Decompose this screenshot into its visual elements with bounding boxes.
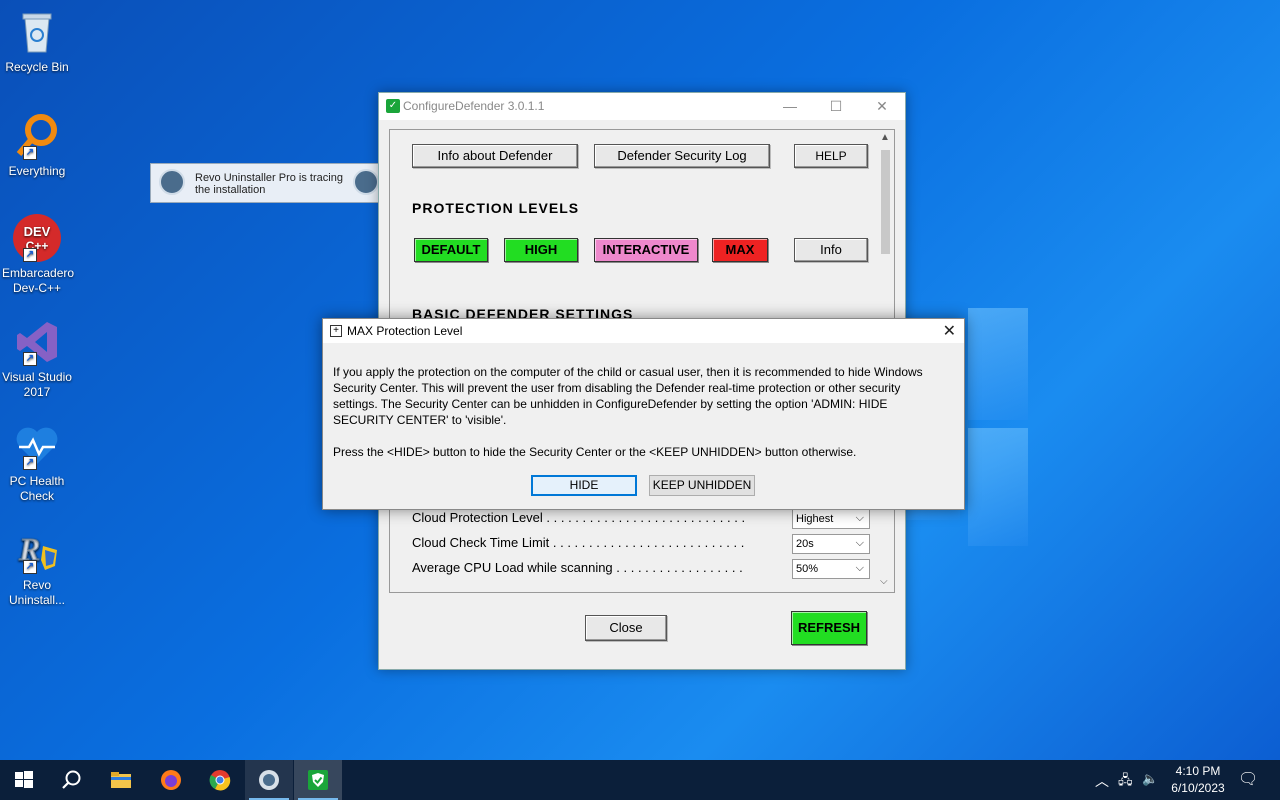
scroll-up-icon[interactable]: ▲ <box>880 132 890 143</box>
cloud-check-time-limit-dropdown[interactable]: 20s ⌵ <box>792 534 870 554</box>
visual-studio-icon: ↗ <box>13 318 61 366</box>
minimize-button[interactable]: — <box>767 93 813 120</box>
hide-button[interactable]: HIDE <box>531 475 637 496</box>
clock-time[interactable]: 4:10 PM <box>1168 764 1228 778</box>
shortcut-arrow-icon: ↗ <box>23 560 37 574</box>
recycle-bin-icon <box>13 8 61 56</box>
keep-unhidden-button[interactable]: KEEP UNHIDDEN <box>649 475 755 496</box>
windows-logo-pane <box>968 428 1028 546</box>
desktop-icon-label: Recycle Bin <box>5 60 69 74</box>
taskbar-chrome[interactable] <box>196 760 244 800</box>
desktop-icon-revo-uninstaller[interactable]: R ↗ Revo Uninstall... <box>2 526 72 608</box>
taskbar-file-explorer[interactable] <box>97 760 145 800</box>
revo-stop-icon[interactable] <box>353 169 379 195</box>
network-icon[interactable]: 🖧 <box>1118 771 1133 793</box>
shortcut-arrow-icon: ↗ <box>23 146 37 160</box>
defender-security-log-button[interactable]: Defender Security Log <box>594 144 770 168</box>
shortcut-arrow-icon: ↗ <box>23 456 37 470</box>
levels-info-button[interactable]: Info <box>794 238 868 262</box>
max-protection-dialog: + MAX Protection Level ✕ If you apply th… <box>322 318 965 510</box>
volume-muted-icon[interactable]: 🔈 <box>1142 771 1158 787</box>
dropdown-value: 50% <box>796 563 819 575</box>
desktop-icon-devcpp[interactable]: DEV C++ ↗ Embarcadero Dev-C++ <box>2 214 75 296</box>
average-cpu-load-label: Average CPU Load while scanning . . . . … <box>412 560 743 575</box>
info-about-defender-button[interactable]: Info about Defender <box>412 144 578 168</box>
revo-tracing-notification[interactable]: Revo Uninstaller Pro is tracing the inst… <box>150 163 386 203</box>
taskbar-firefox[interactable] <box>147 760 195 800</box>
shortcut-arrow-icon: ↗ <box>23 352 37 366</box>
firefox-icon <box>161 770 181 790</box>
svg-text:DEV: DEV <box>24 224 51 239</box>
dropdown-value: 20s <box>796 538 814 550</box>
dialog-app-icon: + <box>330 325 342 337</box>
desktop-icon-pc-health-check[interactable]: ↗ PC Health Check <box>2 422 72 504</box>
start-button[interactable] <box>0 760 48 800</box>
chevron-down-icon: ⌵ <box>855 562 864 574</box>
window-title: ConfigureDefender 3.0.1.1 <box>403 99 545 113</box>
refresh-button[interactable]: REFRESH <box>791 611 867 645</box>
protection-levels-heading: PROTECTION LEVELS <box>412 200 580 216</box>
defender-shield-icon <box>308 770 328 790</box>
desktop-icon-label: Everything <box>8 164 66 178</box>
desktop-icon-label: PC Health Check <box>9 474 65 503</box>
taskbar-revo[interactable] <box>245 760 293 800</box>
average-cpu-load-dropdown[interactable]: 50% ⌵ <box>792 559 870 579</box>
search-button[interactable] <box>48 760 96 800</box>
search-icon <box>62 770 81 789</box>
chevron-down-icon: ⌵ <box>855 537 864 549</box>
cloud-protection-level-label: Cloud Protection Level . . . . . . . . .… <box>412 510 746 525</box>
scroll-down-icon[interactable]: ⌵ <box>880 576 888 587</box>
everything-search-icon: ↗ <box>13 112 61 160</box>
chrome-icon <box>209 770 231 791</box>
desktop-icon-label: Visual Studio 2017 <box>2 370 72 399</box>
folder-icon <box>111 772 131 788</box>
interactive-level-button[interactable]: INTERACTIVE <box>594 238 698 262</box>
windows-start-icon <box>15 771 33 788</box>
window-titlebar[interactable]: ✓ ConfigureDefender 3.0.1.1 — ☐ ✕ <box>379 93 905 120</box>
dialog-titlebar[interactable]: + MAX Protection Level ✕ <box>323 319 964 343</box>
cloud-protection-level-dropdown[interactable]: Highest ⌵ <box>792 509 870 529</box>
dialog-close-icon[interactable]: ✕ <box>943 321 956 341</box>
maximize-button[interactable]: ☐ <box>813 93 859 120</box>
desktop-icon-label: Revo Uninstall... <box>8 578 66 607</box>
desktop-icon-everything[interactable]: ↗ Everything <box>2 112 72 179</box>
desktop-icon-visual-studio[interactable]: ↗ Visual Studio 2017 <box>2 318 72 400</box>
revo-logo-icon <box>159 169 185 195</box>
close-window-button[interactable]: ✕ <box>859 93 905 120</box>
revo-tracing-text: Revo Uninstaller Pro is tracing the inst… <box>195 172 343 196</box>
shortcut-arrow-icon: ↗ <box>23 248 37 262</box>
desktop-icon-recycle-bin[interactable]: Recycle Bin <box>2 8 72 75</box>
dialog-message: If you apply the protection on the compu… <box>333 364 943 476</box>
windows-logo-pane <box>968 308 1028 420</box>
taskbar: ︿ 🖧 🔈 4:10 PM 6/10/2023 🗨 <box>0 760 1280 800</box>
help-button[interactable]: HELP <box>794 144 868 168</box>
cloud-check-time-limit-label: Cloud Check Time Limit . . . . . . . . .… <box>412 535 745 550</box>
revo-uninstaller-icon: R ↗ <box>13 526 61 574</box>
dialog-paragraph-instructions: Press the <HIDE> button to hide the Secu… <box>333 445 857 459</box>
taskbar-configure-defender[interactable] <box>294 760 342 800</box>
default-level-button[interactable]: DEFAULT <box>414 238 488 262</box>
devcpp-icon: DEV C++ ↗ <box>13 214 61 262</box>
dialog-title: MAX Protection Level <box>347 324 463 338</box>
dialog-paragraph-recommendation: If you apply the protection on the compu… <box>333 365 923 427</box>
dropdown-value: Highest <box>796 513 834 525</box>
revo-icon <box>259 770 279 790</box>
close-button[interactable]: Close <box>585 615 667 641</box>
clock-date[interactable]: 6/10/2023 <box>1164 781 1232 795</box>
max-level-button[interactable]: MAX <box>712 238 768 262</box>
defender-shield-icon: ✓ <box>386 99 400 113</box>
high-level-button[interactable]: HIGH <box>504 238 578 262</box>
notifications-icon[interactable]: 🗨 <box>1238 769 1258 789</box>
chevron-down-icon: ⌵ <box>855 512 864 524</box>
pc-health-heart-icon: ↗ <box>13 422 61 470</box>
tray-overflow-chevron-icon[interactable]: ︿ <box>1095 771 1109 791</box>
scrollbar-thumb[interactable] <box>881 150 890 254</box>
desktop-icon-label: Embarcadero Dev-C++ <box>2 266 75 295</box>
